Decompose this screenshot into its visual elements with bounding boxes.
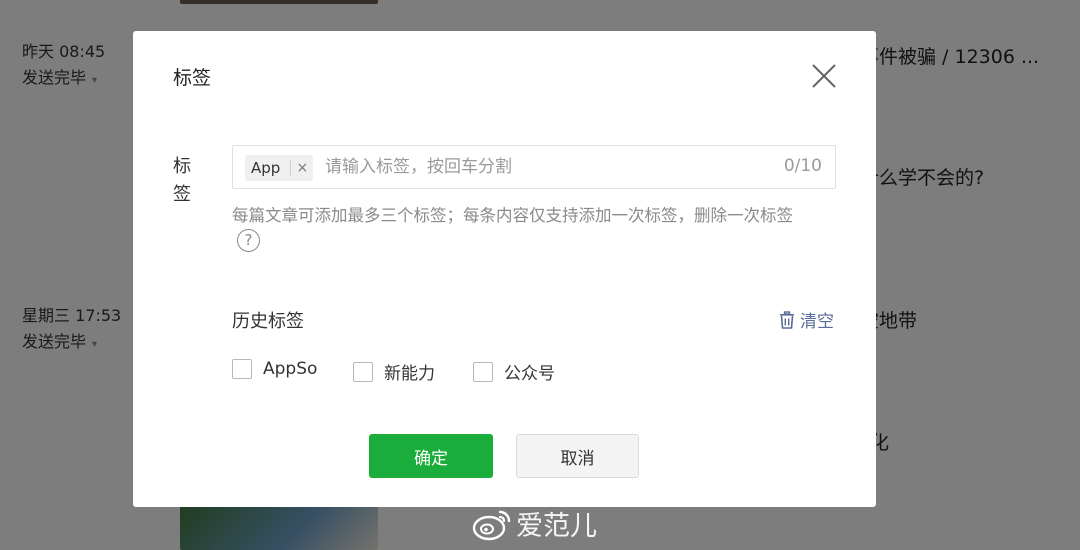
watermark-text: 爱范儿 xyxy=(516,511,597,542)
tag-dialog: 标签 标签 App × 0/10 每篇文章可添加最多三个标签；每条内容仅支持添加… xyxy=(133,31,876,507)
tag-chip-label: App xyxy=(251,159,281,177)
tag-chip: App × xyxy=(245,155,314,181)
history-tag-official-account[interactable]: 公众号 xyxy=(473,359,555,384)
tag-field-label: 标签 xyxy=(173,156,191,205)
history-tag-label: 新能力 xyxy=(384,364,435,384)
checkbox[interactable] xyxy=(232,359,252,379)
tag-input-box[interactable]: App × 0/10 xyxy=(232,145,836,189)
watermark: 爱范儿 xyxy=(472,504,597,543)
checkbox[interactable] xyxy=(473,361,493,382)
tag-hint-text: 每篇文章可添加最多三个标签；每条内容仅支持添加一次标签，删除一次标签 xyxy=(232,206,793,225)
help-icon[interactable]: ? xyxy=(237,229,260,252)
remove-tag-icon[interactable]: × xyxy=(295,160,309,176)
checkbox[interactable] xyxy=(353,361,373,382)
tag-text-input[interactable] xyxy=(325,154,745,180)
confirm-button[interactable]: 确定 xyxy=(369,434,493,478)
close-button[interactable] xyxy=(809,61,839,91)
dialog-title: 标签 xyxy=(173,67,212,89)
clear-history-button[interactable]: 清空 xyxy=(778,307,834,332)
history-tag-label: AppSo xyxy=(263,359,318,379)
history-tag-new-ability[interactable]: 新能力 xyxy=(353,359,435,384)
trash-icon xyxy=(780,310,794,329)
close-icon xyxy=(812,64,836,88)
tag-count: 0/10 xyxy=(783,156,822,176)
clear-label: 清空 xyxy=(800,312,834,332)
history-tags-title: 历史标签 xyxy=(232,311,304,332)
history-tag-appso[interactable]: AppSo xyxy=(232,359,317,379)
cancel-button[interactable]: 取消 xyxy=(516,434,639,478)
history-tag-label: 公众号 xyxy=(504,364,555,384)
tag-chip-divider xyxy=(290,160,292,176)
weibo-icon xyxy=(472,510,511,540)
